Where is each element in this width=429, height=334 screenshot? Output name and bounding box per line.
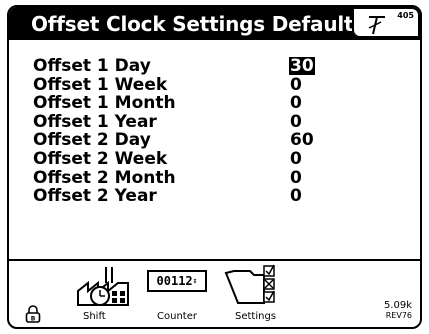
counter-icon: 00112⇕ (147, 270, 207, 292)
setting-value[interactable]: 60 (290, 131, 314, 149)
setting-row-offset-2-month[interactable]: Offset 2 Month 0 (33, 169, 333, 188)
setting-value-selected[interactable]: 30 (289, 57, 315, 75)
setting-label: Offset 2 Month (33, 167, 176, 188)
version-info: 5.09k REV76 (384, 301, 412, 321)
lock-icon: B (25, 305, 41, 323)
page-number: 405 (397, 11, 414, 20)
title-bar: Offset Clock Settings Defaults 405 (9, 7, 420, 40)
revision-label: REV76 (385, 311, 412, 320)
device-screen: Offset Clock Settings Defaults 405 Offse… (7, 5, 422, 329)
setting-label: Offset 2 Day (33, 130, 151, 151)
settings-folder-icon (224, 264, 275, 304)
setting-value[interactable]: 0 (290, 94, 302, 112)
setting-value[interactable]: 0 (290, 113, 302, 131)
page-title: Offset Clock Settings Defaults (31, 12, 366, 36)
setting-value[interactable]: 0 (290, 76, 302, 94)
setting-row-offset-2-year[interactable]: Offset 2 Year 0 (33, 187, 333, 206)
setting-label: Offset 2 Week (33, 148, 168, 169)
setting-label: Offset 1 Day (33, 56, 151, 76)
setting-label: Offset 2 Year (33, 186, 157, 207)
svg-text:B: B (31, 316, 36, 323)
settings-list: Offset 1 Day 30 Offset 1 Week 0 Offset 1… (33, 57, 333, 206)
antenna-icon (368, 16, 385, 35)
setting-row-offset-1-week[interactable]: Offset 1 Week 0 (33, 76, 333, 95)
setting-row-offset-2-week[interactable]: Offset 2 Week 0 (33, 150, 333, 169)
setting-row-offset-2-day[interactable]: Offset 2 Day 60 (33, 131, 333, 150)
tab-label-counter: Counter (157, 311, 197, 322)
setting-row-offset-1-month[interactable]: Offset 1 Month 0 (33, 94, 333, 113)
setting-value[interactable]: 0 (290, 169, 302, 187)
setting-value[interactable]: 0 (290, 187, 302, 205)
counter-display: 00112 (156, 274, 193, 288)
version-number: 5.09k (383, 300, 412, 311)
setting-label: Offset 1 Month (33, 93, 176, 114)
setting-row-offset-1-year[interactable]: Offset 1 Year 0 (33, 113, 333, 132)
tab-label-shift: Shift (83, 311, 106, 322)
setting-label: Offset 1 Year (33, 111, 157, 132)
bottom-divider (9, 259, 420, 261)
setting-row-offset-1-day[interactable]: Offset 1 Day 30 (33, 57, 333, 76)
setting-label: Offset 1 Week (33, 74, 168, 95)
status-box: 405 (352, 7, 420, 38)
tab-label-settings: Settings (235, 311, 277, 322)
factory-clock-icon (77, 267, 129, 306)
setting-value[interactable]: 0 (290, 150, 302, 168)
